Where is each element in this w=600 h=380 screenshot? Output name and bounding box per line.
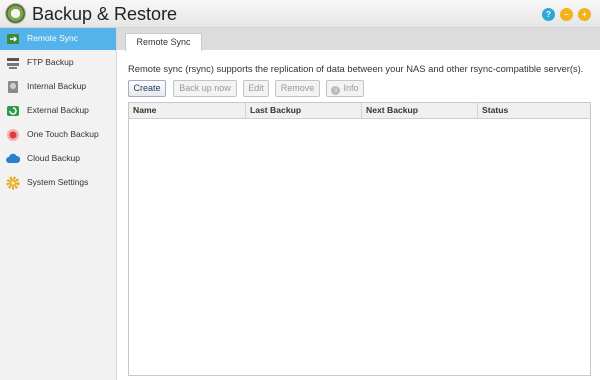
app-logo-icon bbox=[6, 4, 25, 23]
column-header-last-backup[interactable]: Last Backup bbox=[246, 103, 362, 118]
sidebar-item-ftp-backup[interactable]: FTP Backup bbox=[0, 52, 116, 74]
create-button[interactable]: Create bbox=[128, 80, 166, 97]
remove-button[interactable]: Remove bbox=[275, 80, 320, 97]
description-text: Remote sync (rsync) supports the replica… bbox=[128, 63, 584, 74]
sidebar-item-label: System Settings bbox=[27, 177, 89, 187]
sidebar-item-remote-sync[interactable]: Remote Sync bbox=[0, 28, 116, 50]
minimize-button[interactable]: – bbox=[560, 8, 573, 21]
one-touch-icon bbox=[7, 129, 19, 141]
cloud-icon bbox=[6, 153, 20, 163]
app-title: Backup & Restore bbox=[32, 4, 178, 24]
ftp-icon bbox=[7, 58, 19, 69]
column-header-name[interactable]: Name bbox=[129, 103, 246, 118]
sidebar-item-label: Cloud Backup bbox=[27, 153, 80, 163]
tab-remote-sync[interactable]: Remote Sync bbox=[125, 33, 202, 51]
main-panel: Remote Sync Remote sync (rsync) supports… bbox=[117, 28, 600, 380]
sidebar-item-label: Internal Backup bbox=[27, 81, 87, 91]
column-header-next-backup[interactable]: Next Backup bbox=[362, 103, 478, 118]
edit-button[interactable]: Edit bbox=[243, 80, 269, 97]
sidebar-item-label: External Backup bbox=[27, 105, 89, 115]
sidebar-item-label: FTP Backup bbox=[27, 57, 74, 67]
sidebar-item-cloud-backup[interactable]: Cloud Backup bbox=[0, 148, 116, 170]
sidebar-item-system-settings[interactable]: System Settings bbox=[0, 172, 116, 194]
info-icon: i bbox=[331, 86, 341, 95]
sidebar-item-label: One Touch Backup bbox=[27, 129, 99, 139]
table-header: Name Last Backup Next Backup Status bbox=[129, 103, 590, 119]
maximize-button[interactable]: + bbox=[578, 8, 591, 21]
tab-bar: Remote Sync bbox=[117, 28, 600, 51]
sidebar-item-internal-backup[interactable]: Internal Backup bbox=[0, 76, 116, 98]
remote-sync-icon bbox=[7, 34, 19, 44]
gear-icon bbox=[6, 176, 20, 190]
sidebar-item-external-backup[interactable]: External Backup bbox=[0, 100, 116, 122]
internal-backup-icon bbox=[8, 81, 18, 93]
sidebar-item-label: Remote Sync bbox=[27, 33, 79, 43]
sidebar-item-one-touch-backup[interactable]: One Touch Backup bbox=[0, 124, 116, 146]
title-bar: Backup & Restore ? – + bbox=[0, 0, 600, 28]
sync-jobs-table: Name Last Backup Next Backup Status bbox=[128, 102, 591, 376]
info-button[interactable]: i Info bbox=[326, 80, 364, 97]
help-button[interactable]: ? bbox=[542, 8, 555, 21]
info-label: Info bbox=[343, 83, 359, 93]
sidebar: Remote Sync FTP Backup Internal Backup E… bbox=[0, 28, 117, 380]
column-header-status[interactable]: Status bbox=[478, 103, 590, 118]
external-backup-icon bbox=[7, 106, 19, 116]
back-up-now-button[interactable]: Back up now bbox=[173, 80, 237, 97]
